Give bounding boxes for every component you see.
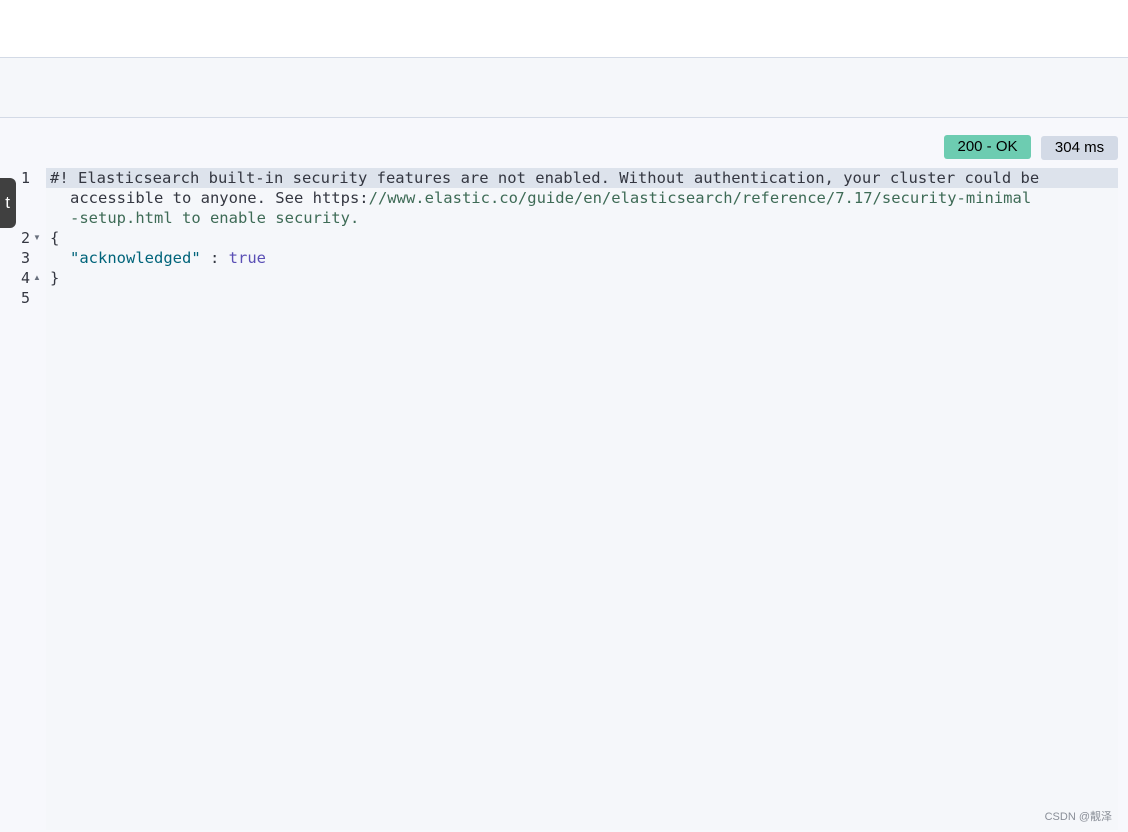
code-line-1-wrap-1: accessible to anyone. See https://www.el… [70,188,1031,208]
toolbar-area [0,58,1128,118]
comment-url: //www.elastic.co/guide/en/elasticsearch/… [368,189,1032,207]
watermark: CSDN @靓泽 [1044,811,1112,823]
top-bar [0,0,1128,58]
side-tab[interactable]: t [0,178,16,228]
json-value: true [228,249,266,267]
fold-close-icon[interactable]: ▲ [33,268,41,288]
fold-open-icon[interactable]: ▼ [33,228,41,248]
code-line-1-wrap-2: -setup.html to enable security. [70,209,360,227]
line-number-2: 2 [20,229,30,247]
line-number-5: 5 [20,289,30,307]
json-key: "acknowledged" [70,249,201,267]
code-line-1: #! Elasticsearch built-in security featu… [50,169,1040,187]
editor-gutter: 1 2 ▼ 3 4 ▲ 5 [0,168,46,830]
code-line-4: } [50,269,60,287]
json-separator: : [200,249,229,267]
line-number-4: 4 [20,269,30,287]
line-number-3: 3 [20,249,30,267]
code-line-2: { [50,229,60,247]
status-badge: 200 - OK [944,135,1031,159]
code-line-3: "acknowledged" : true [70,248,266,268]
response-time-badge: 304 ms [1041,136,1118,160]
comment-text: accessible to anyone. See https: [70,189,369,207]
